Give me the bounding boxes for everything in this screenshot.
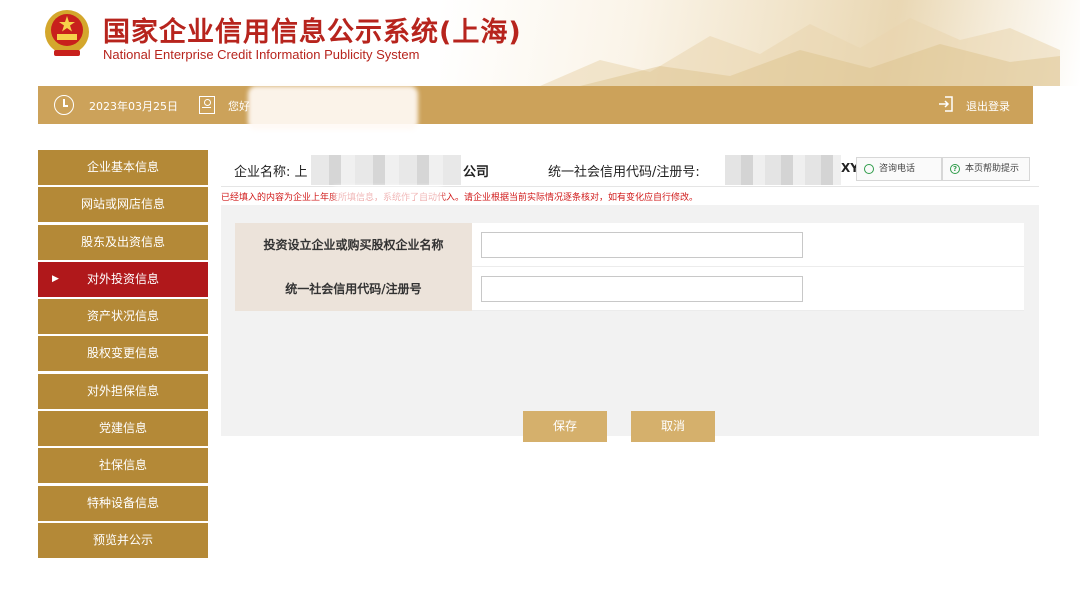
user-icon [199, 96, 215, 114]
form-row-invested-company-name: 投资设立企业或购买股权企业名称 [235, 223, 1024, 267]
sidebar-item-label: 网站或网店信息 [80, 197, 165, 212]
sidebar-item-preview-publish[interactable]: 预览并公示 [38, 522, 208, 558]
credit-code-label: 统一社会信用代码/注册号: [548, 165, 700, 180]
sidebar-menu: 企业基本信息 网站或网店信息 股东及出资信息 ▶ 对外投资信息 资产状况信息 股权… [38, 150, 208, 560]
site-title-main: 国家企业信用信息公示系统 [103, 17, 439, 48]
sidebar-item-website-info[interactable]: 网站或网店信息 [38, 187, 208, 223]
sidebar-item-basic-info[interactable]: 企业基本信息 [38, 150, 208, 185]
consult-phone-button[interactable]: 咨询电话 [856, 157, 942, 181]
page-help-label: 本页帮助提示 [965, 164, 1020, 174]
invested-company-name-label: 投资设立企业或购买股权企业名称 [235, 223, 472, 267]
logout-link[interactable]: 退出登录 [966, 98, 1010, 114]
consult-phone-label: 咨询电话 [879, 164, 916, 174]
sidebar-item-external-guarantee[interactable]: 对外担保信息 [38, 373, 208, 409]
top-bar: 2023年03月25日 您好 退出登录 [38, 86, 1033, 130]
company-name-label: 企业名称: 上 [234, 165, 308, 180]
investment-form-table: 投资设立企业或购买股权企业名称 统一社会信用代码/注册号 [235, 223, 1024, 311]
national-emblem-icon [45, 10, 89, 56]
sidebar-item-label: 股权变更信息 [86, 346, 159, 361]
investment-form-panel: 投资设立企业或购买股权企业名称 统一社会信用代码/注册号 保存 取消 [221, 205, 1039, 442]
company-name-prefix: 上 [294, 165, 308, 180]
sidebar-item-label: 对外投资信息 [86, 271, 159, 286]
mountain-illustration [540, 18, 1060, 86]
sidebar-item-label: 社保信息 [98, 458, 147, 473]
sidebar-item-label: 预览并公示 [92, 532, 153, 547]
sidebar-item-special-equipment[interactable]: 特种设备信息 [38, 485, 208, 521]
page-help-button[interactable]: ? 本页帮助提示 [942, 157, 1030, 181]
notice-smudge [334, 186, 442, 202]
cancel-button[interactable]: 取消 [631, 411, 715, 442]
site-title-region: (上海) [439, 17, 522, 48]
sidebar-item-party-building[interactable]: 党建信息 [38, 411, 208, 447]
site-subtitle: National Enterprise Credit Information P… [103, 47, 420, 62]
company-name-suffix: 公司 [463, 165, 490, 180]
logout-icon[interactable] [937, 95, 955, 113]
help-icon: ? [950, 164, 960, 174]
current-date: 2023年03月25日 [89, 100, 178, 113]
active-arrow-icon: ▶ [52, 273, 59, 284]
form-row-credit-code: 统一社会信用代码/注册号 [235, 267, 1024, 311]
phone-icon [864, 164, 874, 174]
site-header: 国家企业信用信息公示系统(上海) National Enterprise Cre… [0, 0, 1080, 86]
sidebar-item-shareholder-info[interactable]: 股东及出资信息 [38, 224, 208, 260]
redacted-company-name [311, 155, 461, 185]
sidebar-item-asset-status[interactable]: 资产状况信息 [38, 299, 208, 335]
sidebar-item-label: 股东及出资信息 [80, 234, 165, 249]
sidebar-item-label: 对外担保信息 [86, 383, 159, 398]
greeting-text: 您好 [228, 100, 250, 113]
sidebar-item-label: 党建信息 [98, 421, 147, 436]
sidebar-item-social-security[interactable]: 社保信息 [38, 448, 208, 484]
sidebar-item-label: 资产状况信息 [86, 309, 159, 324]
sidebar-item-equity-change[interactable]: 股权变更信息 [38, 336, 208, 372]
auto-fill-notice: 已经填入的内容为企业上年度所填信息，系统作了自动代入。请企业根据当前实际情况逐条… [221, 193, 699, 203]
save-button[interactable]: 保存 [523, 411, 607, 442]
company-info-bar: 企业名称: 上 公司 统一社会信用代码/注册号: XY 咨询电话 ? 本页帮助提示 [221, 150, 1039, 186]
invested-credit-code-input[interactable] [481, 276, 803, 302]
sidebar-item-external-investment[interactable]: ▶ 对外投资信息 [38, 261, 208, 297]
redacted-credit-code [725, 155, 841, 185]
invested-company-name-input[interactable] [481, 232, 803, 258]
site-title: 国家企业信用信息公示系统(上海) [103, 10, 522, 49]
sidebar-item-label: 企业基本信息 [86, 160, 159, 174]
clock-icon [54, 95, 74, 115]
invested-credit-code-label: 统一社会信用代码/注册号 [235, 267, 472, 311]
redacted-username [248, 86, 418, 130]
sidebar-item-label: 特种设备信息 [86, 495, 159, 510]
